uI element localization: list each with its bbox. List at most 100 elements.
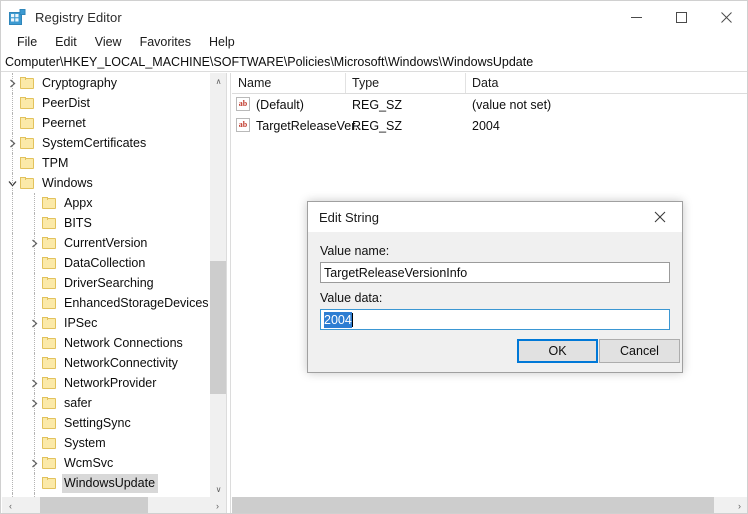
dialog-close-button[interactable] — [638, 202, 682, 232]
column-header-data[interactable]: Data — [466, 73, 748, 93]
tree-guide-line — [12, 273, 14, 293]
folder-icon — [42, 337, 57, 350]
tree-item-safer[interactable]: safer — [2, 393, 209, 413]
tree-item-system[interactable]: System — [2, 433, 209, 453]
tree-item-label: Cryptography — [40, 74, 120, 93]
dialog-title: Edit String — [319, 210, 379, 225]
tree-guide-line — [12, 253, 14, 273]
tree-vscroll-thumb[interactable] — [210, 261, 226, 394]
tree-item-ipsec[interactable]: IPSec — [2, 313, 209, 333]
tree-item-peerdist[interactable]: PeerDist — [2, 93, 209, 113]
minimize-button[interactable] — [614, 1, 659, 33]
tree-indent — [2, 213, 26, 233]
address-bar[interactable]: Computer\HKEY_LOCAL_MACHINE\SOFTWARE\Pol… — [1, 52, 748, 72]
string-value-icon: ab — [236, 97, 250, 111]
tree-guide-line — [34, 193, 36, 213]
pane-splitter[interactable] — [226, 73, 231, 514]
value-name-input[interactable]: TargetReleaseVersionInfo — [320, 262, 670, 283]
registry-tree-pane: CryptographyPeerDistPeernetSystemCertifi… — [2, 73, 226, 514]
tree-guide-line — [12, 173, 14, 193]
tree-guide-line — [12, 153, 14, 173]
window-controls — [614, 1, 748, 33]
registry-editor-window: Registry Editor File Edit View Favorites… — [0, 0, 748, 514]
tree-guide-line — [34, 393, 36, 413]
tree-item-enhancedstoragedevices[interactable]: EnhancedStorageDevices — [2, 293, 209, 313]
value-data-cell: 2004 — [472, 119, 742, 133]
text-caret — [352, 313, 353, 327]
tree-item-label: WindowsUpdate — [62, 474, 158, 493]
tree-item-tpm[interactable]: TPM — [2, 153, 209, 173]
tree-item-label: Windows — [40, 174, 96, 193]
menu-item-file[interactable]: File — [8, 34, 46, 52]
tree-item-settingsync[interactable]: SettingSync — [2, 413, 209, 433]
scroll-down-icon[interactable]: ∨ — [210, 481, 226, 498]
tree-guide-line — [12, 313, 14, 333]
tree-item-label: Peernet — [40, 114, 89, 133]
tree-indent — [2, 353, 26, 373]
tree-item-datacollection[interactable]: DataCollection — [2, 253, 209, 273]
column-header-type[interactable]: Type — [346, 73, 466, 93]
dialog-title-bar: Edit String — [308, 202, 682, 232]
value-data-input[interactable]: 2004 — [320, 309, 670, 330]
table-row[interactable]: abTargetReleaseVer...REG_SZ2004 — [232, 115, 748, 136]
tree-horizontal-scrollbar[interactable]: ‹ › — [2, 497, 226, 514]
folder-icon — [20, 177, 35, 190]
tree-item-driversearching[interactable]: DriverSearching — [2, 273, 209, 293]
tree-item-systemcertificates[interactable]: SystemCertificates — [2, 133, 209, 153]
tree-item-wcmsvc[interactable]: WcmSvc — [2, 453, 209, 473]
tree-item-label: Appx — [62, 194, 96, 213]
registry-grid-icon — [9, 9, 26, 26]
tree-indent — [2, 373, 26, 393]
cancel-button[interactable]: Cancel — [599, 339, 680, 363]
tree-item-cryptography[interactable]: Cryptography — [2, 73, 209, 93]
maximize-button[interactable] — [659, 1, 704, 33]
list-hscroll-thumb[interactable] — [232, 497, 714, 514]
tree-item-networkconnectivity[interactable]: NetworkConnectivity — [2, 353, 209, 373]
ok-button[interactable]: OK — [517, 339, 598, 363]
close-button[interactable] — [704, 1, 748, 33]
list-horizontal-scrollbar[interactable]: › — [232, 497, 748, 514]
tree-guide-line — [12, 413, 14, 433]
scroll-left-icon[interactable]: ‹ — [2, 497, 19, 514]
tree-item-bits[interactable]: BITS — [2, 213, 209, 233]
tree-item-label: DriverSearching — [62, 274, 157, 293]
tree-indent — [2, 253, 26, 273]
column-header-name[interactable]: Name — [232, 73, 346, 93]
menu-item-edit[interactable]: Edit — [46, 34, 86, 52]
tree-item-networkprovider[interactable]: NetworkProvider — [2, 373, 209, 393]
tree-item-peernet[interactable]: Peernet — [2, 113, 209, 133]
registry-tree: CryptographyPeerDistPeernetSystemCertifi… — [2, 73, 209, 498]
scroll-right-icon[interactable]: › — [209, 497, 226, 514]
folder-icon — [42, 397, 57, 410]
title-bar: Registry Editor — [1, 1, 748, 33]
folder-icon — [42, 217, 57, 230]
edit-string-dialog: Edit String Value name: TargetReleaseVer… — [307, 201, 683, 373]
list-column-headers: Name Type Data — [232, 73, 748, 94]
tree-item-label: CurrentVersion — [62, 234, 150, 253]
tree-item-windowsupdate[interactable]: WindowsUpdate — [2, 473, 209, 493]
tree-guide-line — [34, 213, 36, 233]
value-type-cell: REG_SZ — [352, 119, 462, 133]
menu-item-favorites[interactable]: Favorites — [131, 34, 200, 52]
folder-icon — [42, 357, 57, 370]
tree-item-currentversion[interactable]: CurrentVersion — [2, 233, 209, 253]
tree-item-appx[interactable]: Appx — [2, 193, 209, 213]
table-row[interactable]: ab(Default)REG_SZ(value not set) — [232, 94, 748, 115]
scroll-right-icon[interactable]: › — [731, 497, 748, 514]
tree-vertical-scrollbar[interactable]: ∧ ∨ — [209, 73, 226, 498]
tree-item-network-connections[interactable]: Network Connections — [2, 333, 209, 353]
menu-item-view[interactable]: View — [86, 34, 131, 52]
folder-icon — [42, 417, 57, 430]
tree-guide-line — [34, 333, 36, 353]
menu-item-help[interactable]: Help — [200, 34, 244, 52]
folder-icon — [42, 257, 57, 270]
tree-guide-line — [34, 433, 36, 453]
tree-guide-line — [12, 113, 14, 133]
tree-hscroll-thumb[interactable] — [40, 497, 148, 514]
tree-item-windows[interactable]: Windows — [2, 173, 209, 193]
tree-indent — [2, 473, 26, 493]
tree-guide-line — [34, 293, 36, 313]
tree-item-label: System — [62, 434, 109, 453]
scroll-up-icon[interactable]: ∧ — [210, 73, 226, 90]
tree-guide-line — [34, 353, 36, 373]
